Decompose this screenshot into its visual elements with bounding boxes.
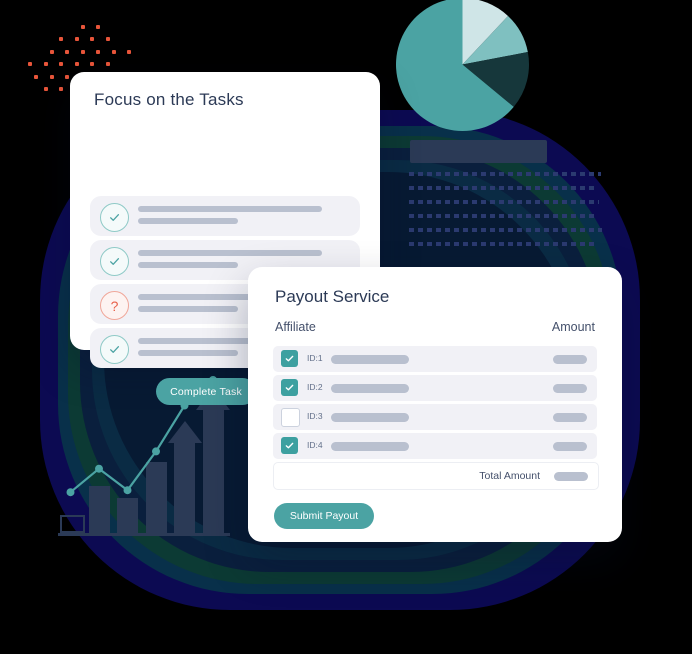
- red-dot: [28, 62, 32, 66]
- task-text-placeholder-long: [138, 250, 322, 256]
- payout-row[interactable]: ID:2: [273, 375, 597, 401]
- task-text-placeholder-long: [138, 206, 322, 212]
- row-amount-placeholder: [553, 442, 587, 451]
- row-amount-placeholder: [553, 384, 587, 393]
- red-dot: [59, 37, 63, 41]
- payout-service-card: Payout Service Affiliate Amount ID:1 ID:…: [248, 267, 622, 542]
- pie-chart: [396, 0, 530, 131]
- red-dot: [105, 62, 110, 66]
- payout-row[interactable]: ID:4: [273, 433, 597, 459]
- red-dot: [80, 24, 85, 29]
- red-dot: [80, 49, 85, 54]
- complete-task-button[interactable]: Complete Task: [156, 378, 256, 405]
- red-dot: [34, 74, 38, 79]
- red-dot: [43, 87, 48, 91]
- red-dot: [43, 62, 48, 66]
- row-amount-placeholder: [553, 355, 587, 364]
- task-row[interactable]: [90, 196, 360, 236]
- task-text-placeholder-short: [138, 350, 238, 356]
- red-dot: [65, 49, 69, 54]
- red-dot: [59, 87, 63, 91]
- total-amount-row: Total Amount: [273, 462, 599, 490]
- row-checkbox[interactable]: [281, 350, 298, 367]
- trend-data-point: [66, 488, 75, 497]
- row-id-label: ID:2: [307, 382, 323, 392]
- trend-data-point: [152, 447, 160, 456]
- row-amount-placeholder: [553, 413, 587, 422]
- trend-data-point: [123, 486, 132, 495]
- red-dot: [65, 74, 69, 79]
- row-name-placeholder: [331, 355, 409, 364]
- payout-row[interactable]: ID:3: [273, 404, 597, 430]
- dashed-text-line: [409, 172, 601, 176]
- question-mark-glyph: ?: [110, 297, 119, 314]
- pie-chart-svg: [396, 0, 530, 131]
- red-dot: [127, 49, 131, 54]
- red-dot: [105, 37, 110, 41]
- red-dot: [96, 49, 100, 54]
- row-id-label: ID:3: [307, 411, 323, 421]
- total-amount-placeholder: [554, 472, 588, 481]
- column-header-amount: Amount: [551, 320, 595, 334]
- check-circle-icon: [100, 247, 129, 276]
- task-text-placeholder-short: [138, 262, 238, 268]
- placeholder-heading-block: [410, 140, 547, 163]
- row-id-label: ID:4: [307, 440, 323, 450]
- task-text-placeholder-short: [138, 306, 238, 312]
- red-dot: [74, 62, 79, 66]
- row-checkbox[interactable]: [281, 379, 298, 396]
- question-circle-icon: ?: [100, 291, 129, 320]
- payout-row[interactable]: ID:1: [273, 346, 597, 372]
- trend-data-point: [95, 464, 103, 473]
- dashed-text-line: [409, 186, 597, 190]
- dashed-text-line: [409, 200, 599, 204]
- red-dot: [49, 74, 54, 79]
- red-dot: [59, 62, 63, 66]
- row-name-placeholder: [331, 413, 409, 422]
- dashed-text-line: [409, 242, 596, 246]
- red-dot: [90, 37, 94, 41]
- illustration-canvas: Focus on the Tasks ? Complete Task Payou…: [0, 0, 692, 654]
- payout-card-title: Payout Service: [275, 287, 390, 306]
- dashed-text-line: [409, 228, 602, 232]
- red-dot: [111, 49, 116, 54]
- red-dot: [90, 62, 94, 66]
- total-amount-label: Total Amount: [479, 470, 540, 482]
- dashed-text-line: [409, 214, 595, 218]
- red-dot: [96, 24, 100, 29]
- task-card-title: Focus on the Tasks: [94, 90, 244, 109]
- dashed-text-lines: [409, 172, 602, 256]
- row-checkbox[interactable]: [281, 437, 298, 454]
- red-dot: [49, 49, 54, 54]
- row-checkbox[interactable]: [281, 408, 300, 427]
- task-text-placeholder-short: [138, 218, 238, 224]
- row-id-label: ID:1: [307, 353, 323, 363]
- row-name-placeholder: [331, 384, 409, 393]
- row-name-placeholder: [331, 442, 409, 451]
- check-circle-icon: [100, 335, 129, 364]
- check-circle-icon: [100, 203, 129, 232]
- red-dot: [74, 37, 79, 41]
- submit-payout-button[interactable]: Submit Payout: [274, 503, 374, 529]
- column-header-affiliate: Affiliate: [275, 320, 316, 334]
